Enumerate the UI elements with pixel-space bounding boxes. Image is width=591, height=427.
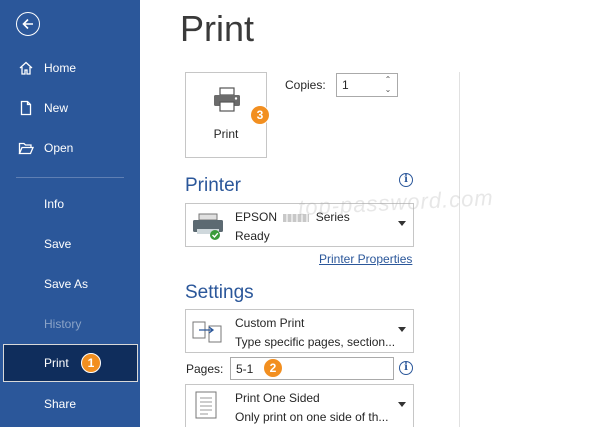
print-range-desc: Type specific pages, section... xyxy=(235,335,395,349)
printer-name-prefix: EPSON xyxy=(235,210,278,224)
sidebar-item-print[interactable]: Print 1 xyxy=(3,344,138,382)
pages-label: Pages: xyxy=(186,362,224,376)
printer-heading: Printer xyxy=(185,175,241,196)
preview-divider xyxy=(459,72,460,427)
printer-icon xyxy=(214,87,240,112)
sidebar-divider xyxy=(16,177,124,178)
printer-info-icon[interactable]: i xyxy=(399,173,413,187)
spin-up-icon[interactable]: ⌃ xyxy=(383,75,393,85)
copies-label: Copies: xyxy=(285,78,326,92)
sidebar-item-label: Open xyxy=(44,141,74,155)
sidebar-item-label: Print xyxy=(44,356,69,370)
step-badge-1: 1 xyxy=(81,353,101,373)
sidebar-item-label: Home xyxy=(44,61,77,75)
sides-title: Print One Sided xyxy=(235,391,320,405)
sidebar-item-label: Info xyxy=(44,197,65,211)
sides-dropdown[interactable]: Print One Sided Only print on one side o… xyxy=(185,384,414,427)
print-range-dropdown[interactable]: Custom Print Type specific pages, sectio… xyxy=(185,309,414,353)
sidebar-item-home[interactable]: Home xyxy=(0,50,140,86)
sidebar-item-share[interactable]: Share xyxy=(0,386,140,422)
printer-properties-link[interactable]: Printer Properties xyxy=(319,252,412,266)
watermark: top-password.com xyxy=(297,184,495,221)
copies-input[interactable]: 1 ⌃ ⌄ xyxy=(336,73,398,97)
sidebar-item-label: Share xyxy=(44,397,77,411)
sidebar-item-label: New xyxy=(44,101,69,115)
printer-device-icon xyxy=(193,213,223,240)
print-button[interactable]: Print 3 xyxy=(185,72,270,158)
back-button[interactable] xyxy=(16,12,40,36)
sidebar-item-open[interactable]: Open xyxy=(0,130,140,166)
sidebar-item-label: History xyxy=(44,317,82,331)
one-sided-page-icon xyxy=(195,391,217,419)
pages-input[interactable]: 5-1 2 xyxy=(230,357,394,380)
sidebar-item-label: Save xyxy=(44,237,72,251)
chevron-down-icon xyxy=(398,221,406,226)
chevron-down-icon xyxy=(398,327,406,332)
chevron-down-icon xyxy=(398,402,406,407)
sidebar-item-info[interactable]: Info xyxy=(0,186,140,222)
pages-info-icon[interactable]: i xyxy=(399,361,413,375)
printer-status: Ready xyxy=(235,229,270,243)
back-arrow-icon xyxy=(22,18,33,30)
step-badge-3: 3 xyxy=(250,105,270,125)
home-icon xyxy=(19,61,33,75)
pages-value: 5-1 xyxy=(236,362,254,376)
settings-heading: Settings xyxy=(185,282,254,303)
page-title: Print xyxy=(180,8,255,49)
print-button-label: Print xyxy=(213,127,239,141)
sides-desc: Only print on one side of th... xyxy=(235,410,389,424)
sidebar-item-new[interactable]: New xyxy=(0,90,140,126)
backstage-sidebar: Home New Open Info Save Save As History … xyxy=(0,0,140,427)
custom-print-icon xyxy=(192,321,222,343)
spin-down-icon[interactable]: ⌄ xyxy=(383,85,393,95)
sidebar-item-history: History xyxy=(0,306,140,342)
sidebar-item-label: Save As xyxy=(44,277,89,291)
print-range-title: Custom Print xyxy=(235,316,305,330)
sidebar-item-save[interactable]: Save xyxy=(0,226,140,262)
sidebar-item-save-as[interactable]: Save As xyxy=(0,266,140,302)
step-badge-2: 2 xyxy=(263,358,283,378)
copies-value: 1 xyxy=(342,78,349,92)
open-folder-icon xyxy=(18,142,34,155)
new-document-icon xyxy=(20,100,32,116)
